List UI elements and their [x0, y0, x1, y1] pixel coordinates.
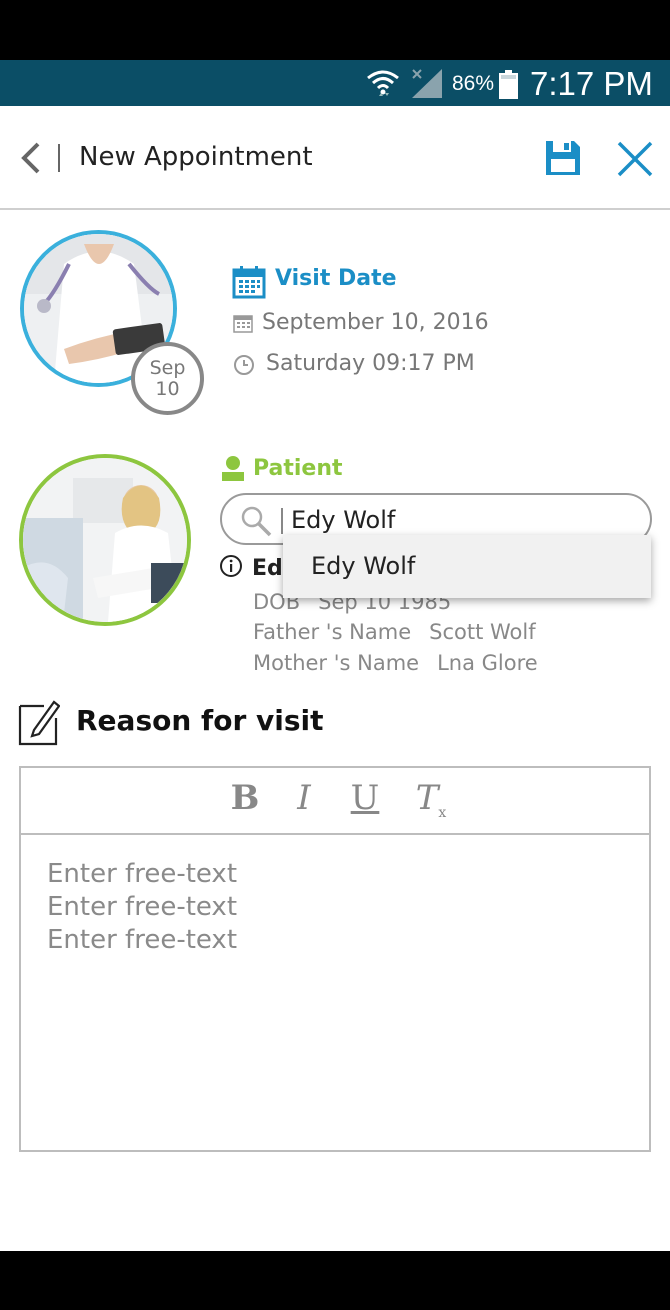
page-title: New Appointment — [79, 142, 313, 172]
small-calendar-icon — [233, 315, 253, 333]
editor-line: Enter free-text — [47, 892, 238, 922]
patient-title: Patient — [253, 456, 343, 481]
status-time: 7:17 PM — [530, 65, 653, 102]
date-badge: Sep 10 — [131, 342, 204, 415]
mother-name-label: Mother 's Name — [253, 651, 420, 675]
mother-name-row: Mother 's Name Lna Glore — [253, 651, 538, 675]
editor-toolbar: B I U Tx — [21, 768, 649, 835]
search-icon — [241, 506, 272, 537]
visit-date-title: Visit Date — [275, 266, 397, 291]
patient-suggestion-item[interactable]: Edy Wolf — [283, 535, 651, 598]
wifi-icon — [367, 70, 399, 96]
battery-percent: 86% — [452, 72, 495, 95]
back-arrow-icon[interactable] — [16, 140, 44, 176]
visit-time-value[interactable]: Saturday 09:17 PM — [266, 351, 475, 376]
signal-icon — [412, 69, 442, 98]
status-bar: 86% 7:17 PM — [0, 60, 670, 106]
patient-name: Ed — [252, 556, 283, 581]
top-black-area — [0, 0, 670, 60]
clock-icon — [234, 355, 254, 375]
suggestion-text: Edy Wolf — [311, 552, 416, 580]
person-icon — [222, 456, 244, 481]
patient-avatar — [19, 454, 191, 626]
italic-button[interactable]: I — [289, 778, 319, 822]
editor-line: Enter free-text — [47, 925, 238, 955]
search-separator — [281, 508, 283, 534]
header-divider — [58, 144, 60, 172]
clear-format-button[interactable]: Tx — [413, 778, 449, 822]
patient-search-input[interactable] — [291, 504, 631, 536]
date-badge-month: Sep — [149, 357, 186, 379]
battery-icon — [499, 70, 518, 99]
info-icon[interactable] — [219, 554, 243, 578]
reason-text-area[interactable]: Enter free-text Enter free-text Enter fr… — [47, 858, 627, 957]
underline-button[interactable]: U — [349, 778, 381, 822]
clear-format-sub: x — [438, 804, 447, 821]
calendar-icon — [232, 266, 266, 299]
father-name-row: Father 's Name Scott Wolf — [253, 620, 536, 644]
reason-title: Reason for visit — [76, 704, 324, 737]
visit-date-value[interactable]: September 10, 2016 — [262, 310, 489, 335]
save-icon[interactable] — [543, 138, 583, 178]
app-header: New Appointment — [0, 106, 670, 210]
father-name-label: Father 's Name — [253, 620, 412, 644]
date-badge-day: 10 — [155, 378, 180, 400]
bottom-black-area — [0, 1251, 670, 1310]
close-icon[interactable] — [615, 139, 655, 179]
reason-editor: B I U Tx Enter free-text Enter free-text… — [19, 766, 651, 1152]
edit-note-icon — [18, 700, 60, 746]
mother-name-value: Lna Glore — [437, 651, 538, 675]
bold-button[interactable]: B — [227, 778, 263, 822]
editor-line: Enter free-text — [47, 859, 238, 889]
app-screen: New Appointment Sep 10 Visit Date Septem… — [0, 106, 670, 1251]
father-name-value: Scott Wolf — [429, 620, 536, 644]
clear-format-label: T — [415, 778, 439, 818]
